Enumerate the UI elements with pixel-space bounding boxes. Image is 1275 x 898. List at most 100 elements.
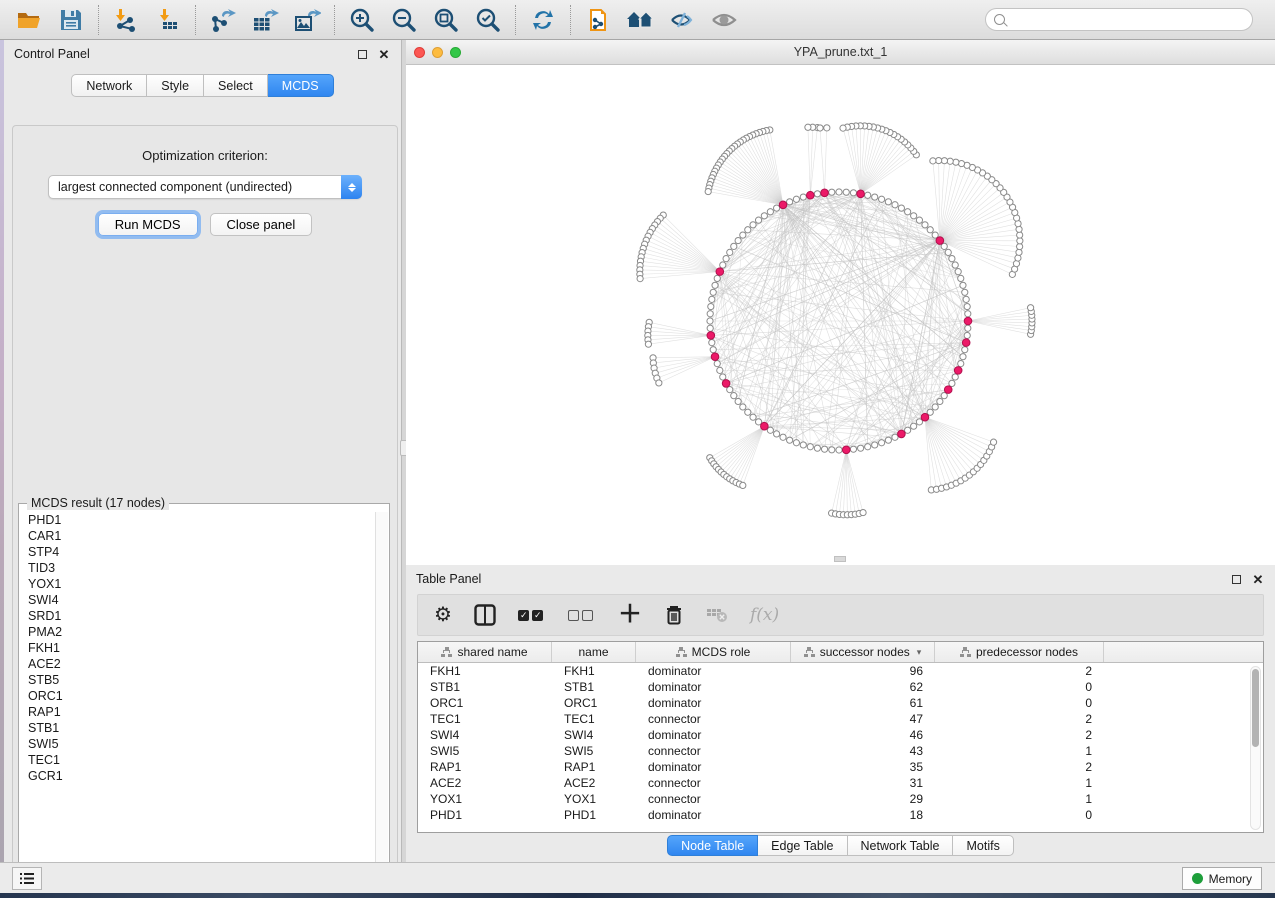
task-history-button[interactable] <box>12 867 42 890</box>
column-header-successor-nodes[interactable]: successor nodes▾ <box>791 642 935 662</box>
control-panel-title: Control Panel <box>14 47 347 61</box>
tab-node-table[interactable]: Node Table <box>667 835 758 856</box>
close-table-panel-icon[interactable]: ✕ <box>1251 572 1265 586</box>
table-cell: dominator <box>636 695 791 711</box>
result-node[interactable]: TEC1 <box>28 752 375 768</box>
show-columns-icon[interactable] <box>474 604 496 626</box>
zoom-in-button[interactable] <box>341 3 383 37</box>
control-panel-tabs: Network Style Select MCDS <box>4 74 401 97</box>
table-cell: dominator <box>636 759 791 775</box>
table-cell: 62 <box>791 679 935 695</box>
table-cell: TEC1 <box>418 711 552 727</box>
table-row[interactable]: PHD1PHD1dominator180 <box>418 807 1263 823</box>
export-network-button[interactable] <box>202 3 244 37</box>
result-node[interactable]: PMA2 <box>28 624 375 640</box>
deselect-all-columns-icon[interactable] <box>568 610 596 621</box>
network-canvas[interactable] <box>406 65 1275 564</box>
table-row[interactable]: STB1STB1dominator620 <box>418 679 1263 695</box>
search-input[interactable] <box>1010 13 1244 27</box>
result-node[interactable]: SWI5 <box>28 736 375 752</box>
result-node[interactable]: STP4 <box>28 544 375 560</box>
table-scrollbar-thumb[interactable] <box>1252 669 1259 747</box>
table-row[interactable]: ORC1ORC1dominator610 <box>418 695 1263 711</box>
column-header-MCDS-role[interactable]: MCDS role <box>636 642 791 662</box>
table-cell: RAP1 <box>552 759 636 775</box>
tab-edge-table[interactable]: Edge Table <box>758 835 847 856</box>
import-network-button[interactable] <box>105 3 147 37</box>
show-all-button[interactable] <box>703 3 745 37</box>
tab-style[interactable]: Style <box>147 74 204 97</box>
result-node[interactable]: RAP1 <box>28 704 375 720</box>
zoom-selected-button[interactable] <box>467 3 509 37</box>
export-table-button[interactable] <box>244 3 286 37</box>
table-cell: 0 <box>935 679 1104 695</box>
table-row[interactable]: SWI5SWI5connector431 <box>418 743 1263 759</box>
network-window-titlebar[interactable]: YPA_prune.txt_1 <box>406 40 1275 65</box>
column-header-predecessor-nodes[interactable]: predecessor nodes <box>935 642 1104 662</box>
create-column-icon[interactable]: ＋ <box>618 603 642 627</box>
table-scrollbar[interactable] <box>1250 666 1261 830</box>
memory-button[interactable]: Memory <box>1182 867 1262 890</box>
save-floppy-icon <box>60 9 82 31</box>
result-node[interactable]: PHD1 <box>28 512 375 528</box>
import-table-button[interactable] <box>147 3 189 37</box>
column-header-name[interactable]: name <box>552 642 636 662</box>
tab-mcds[interactable]: MCDS <box>268 74 334 97</box>
export-image-button[interactable] <box>286 3 328 37</box>
result-node[interactable]: FKH1 <box>28 640 375 656</box>
mcds-result-group: MCDS result (17 nodes) PHD1CAR1STP4TID3Y… <box>18 503 390 871</box>
result-list-scrollbar[interactable] <box>375 512 388 869</box>
mcds-result-list[interactable]: PHD1CAR1STP4TID3YOX1SWI4SRD1PMA2FKH1ACE2… <box>20 512 375 869</box>
tab-network[interactable]: Network <box>71 74 147 97</box>
table-cell: 35 <box>791 759 935 775</box>
tab-network-table[interactable]: Network Table <box>848 835 954 856</box>
table-row[interactable]: FKH1FKH1dominator962 <box>418 663 1263 679</box>
import-network-icon <box>113 8 139 32</box>
result-node[interactable]: STB5 <box>28 672 375 688</box>
criterion-select[interactable]: largest connected component (undirected) <box>48 175 362 199</box>
float-panel-icon[interactable] <box>355 47 369 61</box>
result-node[interactable]: CAR1 <box>28 528 375 544</box>
table-row[interactable]: ACE2ACE2connector311 <box>418 775 1263 791</box>
result-node[interactable]: GCR1 <box>28 768 375 784</box>
table-panel-title: Table Panel <box>416 572 1221 586</box>
table-cell: ORC1 <box>418 695 552 711</box>
table-row[interactable]: RAP1RAP1dominator352 <box>418 759 1263 775</box>
canvas-splitter-handle-icon[interactable] <box>834 556 846 562</box>
open-session-button[interactable] <box>8 3 50 37</box>
table-row[interactable]: YOX1YOX1connector291 <box>418 791 1263 807</box>
float-table-panel-icon[interactable] <box>1229 572 1243 586</box>
column-header-shared-name[interactable]: shared name <box>418 642 552 662</box>
control-panel: Control Panel ✕ Network Style Select MCD… <box>4 40 402 862</box>
houses-icon <box>625 9 655 31</box>
zoom-fit-button[interactable] <box>425 3 467 37</box>
table-row[interactable]: SWI4SWI4dominator462 <box>418 727 1263 743</box>
zoom-out-button[interactable] <box>383 3 425 37</box>
close-panel-button[interactable]: Close panel <box>210 213 313 236</box>
result-node[interactable]: ORC1 <box>28 688 375 704</box>
delete-column-icon[interactable] <box>664 604 684 626</box>
result-node[interactable]: SRD1 <box>28 608 375 624</box>
tab-motifs[interactable]: Motifs <box>953 835 1013 856</box>
refresh-button[interactable] <box>522 3 564 37</box>
result-node[interactable]: YOX1 <box>28 576 375 592</box>
run-mcds-button[interactable]: Run MCDS <box>98 213 198 236</box>
table-cell: connector <box>636 791 791 807</box>
node-table: shared namenameMCDS rolesuccessor nodes▾… <box>417 641 1264 833</box>
network-graph[interactable] <box>406 65 1275 564</box>
table-settings-gear-icon[interactable]: ⚙ <box>434 605 452 625</box>
search-box[interactable] <box>985 8 1253 31</box>
table-row[interactable]: TEC1TEC1connector472 <box>418 711 1263 727</box>
new-network-from-selection-button[interactable] <box>577 3 619 37</box>
first-neighbors-button[interactable] <box>619 3 661 37</box>
tab-select[interactable]: Select <box>204 74 268 97</box>
result-node[interactable]: STB1 <box>28 720 375 736</box>
result-node[interactable]: SWI4 <box>28 592 375 608</box>
hide-selected-button[interactable] <box>661 3 703 37</box>
close-panel-icon[interactable]: ✕ <box>377 47 391 61</box>
toolbar-separator <box>195 5 196 35</box>
result-node[interactable]: ACE2 <box>28 656 375 672</box>
save-session-button[interactable] <box>50 3 92 37</box>
result-node[interactable]: TID3 <box>28 560 375 576</box>
select-all-columns-icon[interactable] <box>518 610 546 621</box>
